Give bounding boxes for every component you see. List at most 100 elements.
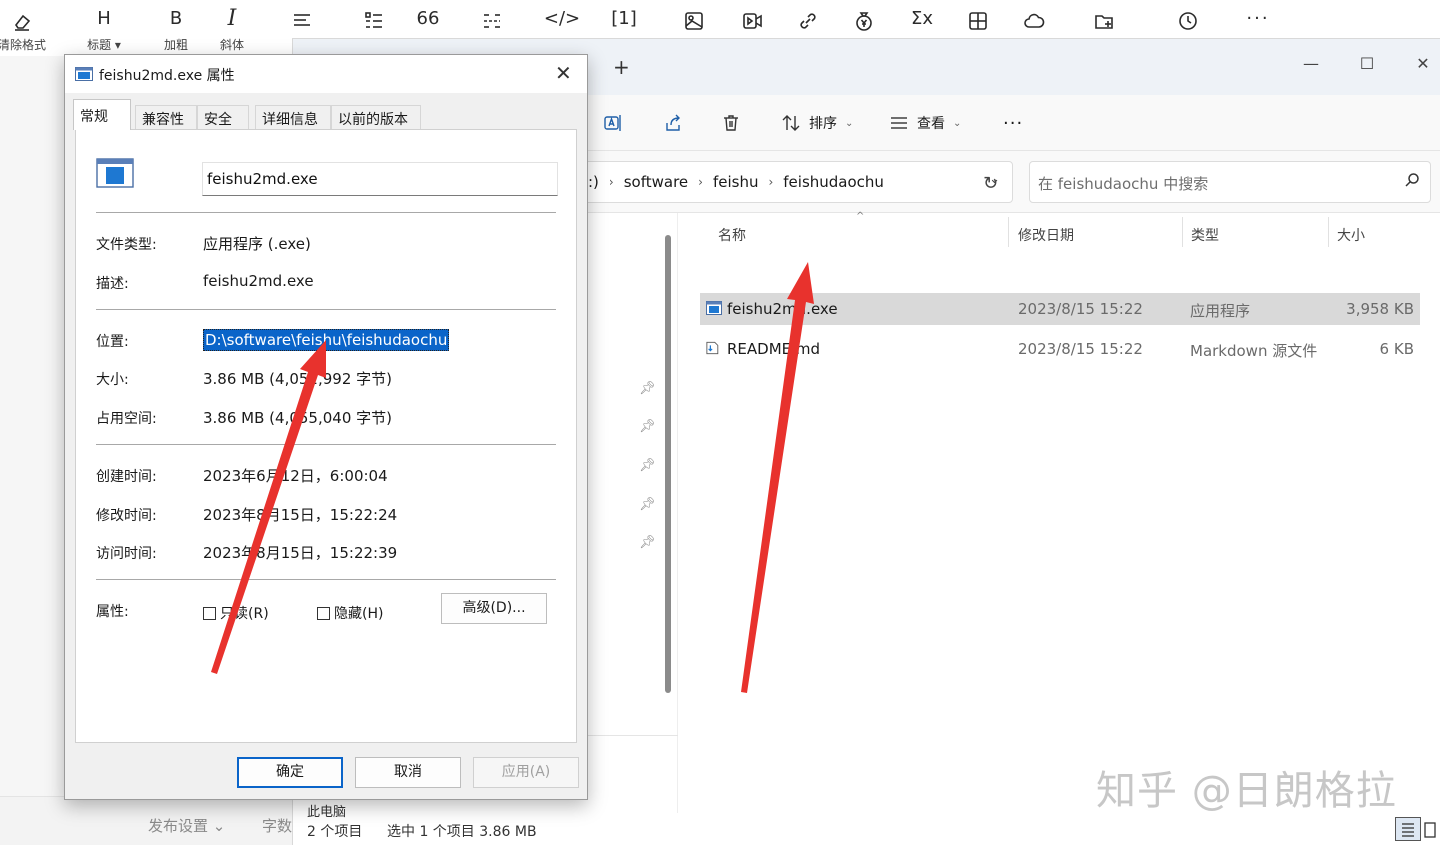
view-icon [891,117,907,129]
description-value: feishu2md.exe [203,272,314,290]
share-button[interactable] [663,109,683,137]
pin-icon[interactable]: 📌︎ [639,419,656,434]
pin-icon[interactable]: 📌︎ [639,381,656,396]
heading-button[interactable]: H 标题 ▾ [74,4,134,54]
size-label: 大小: [96,372,129,388]
delete-button[interactable] [721,109,741,137]
rename-button[interactable] [603,109,623,137]
cancel-button[interactable]: 取消 [355,757,461,788]
clear-format-button[interactable]: 清除格式 [0,4,52,54]
filename-field[interactable] [202,162,558,196]
file-list-header: ^ 名称 修改日期 类型 大小 [698,211,1418,253]
breadcrumb-drive[interactable]: :) [588,173,599,191]
new-tab-button[interactable]: + [613,55,630,79]
exe-icon [706,301,722,315]
quote-icon: 66 [416,8,440,29]
tab-details[interactable]: 详细信息 [255,105,331,129]
search-input[interactable]: 在 feishudaochu 中搜索 [1029,161,1431,203]
properties-titlebar: feishu2md.exe 属性 ✕ [65,55,587,93]
tab-security[interactable]: 安全 [197,105,249,129]
more-options-button[interactable]: ··· [1003,109,1023,137]
details-view-icon [1402,823,1414,837]
sort-button[interactable]: 排序 ⌄ [781,109,853,137]
file-size: 6 KB [1379,340,1414,358]
italic-button[interactable]: I 斜体 [202,4,262,54]
sort-icon [782,115,800,131]
readonly-checkbox[interactable]: 只读(R) [203,603,269,623]
ok-button[interactable]: 确定 [237,757,343,788]
column-divider[interactable] [1328,217,1329,247]
size-value: 3.86 MB (4,052,992 字节) [203,370,392,388]
watermark-text: 知乎 @日朗格拉 [1096,768,1397,814]
eraser-icon [0,4,52,34]
pin-icon[interactable]: 📌︎ [639,497,656,512]
tiles-view-icon [1424,822,1436,838]
sort-label: 排序 [809,116,837,132]
table-icon [948,4,1008,34]
file-size: 3,958 KB [1346,300,1414,318]
column-size[interactable]: 大小 [1337,225,1365,245]
file-type-label: 文件类型: [96,237,157,253]
pin-icon[interactable]: 📌︎ [639,458,656,473]
divider [96,444,556,445]
column-modified[interactable]: 修改日期 [1018,225,1074,245]
code-icon: </> [543,8,581,29]
close-icon[interactable]: ✕ [555,61,572,85]
breadcrumb-feishu[interactable]: feishu [713,173,759,191]
heading-icon: H [97,8,111,29]
money-bag-icon [834,4,894,34]
list-icon [344,4,404,34]
breadcrumb-chevron-icon: › [608,175,614,189]
navigation-scrollbar[interactable] [665,235,671,693]
maximize-button[interactable]: ☐ [1347,49,1387,79]
column-divider[interactable] [1182,217,1183,247]
item-count: 2 个项目 [307,824,363,840]
file-row-readme-md[interactable]: README.md 2023/8/15 15:22 Markdown 源文件 6… [700,333,1420,365]
tab-previous-versions[interactable]: 以前的版本 [331,105,421,129]
file-row-feishu2md-exe[interactable]: feishu2md.exe 2023/8/15 15:22 应用程序 3,958… [700,293,1420,325]
sort-ascending-icon: ^ [856,211,865,222]
view-label: 查看 [917,116,945,132]
tiles-view-button[interactable] [1423,821,1437,839]
heading-label: 标题 ▾ [87,38,121,52]
accessed-value: 2023年8月15日，15:22:39 [203,544,398,562]
breadcrumb-software[interactable]: software [624,173,688,191]
tab-compatibility[interactable]: 兼容性 [135,105,197,129]
publish-settings-link[interactable]: 发布设置 ⌄ [148,815,225,836]
attributes-label: 属性: [96,604,129,620]
explorer-statusbar: 此电脑 2 个项目 选中 1 个项目 3.86 MB [293,805,1440,845]
history-icon [1158,4,1218,34]
view-button[interactable]: 查看 ⌄ [889,109,961,137]
clear-format-label: 清除格式 [0,38,46,52]
details-view-button[interactable] [1395,817,1421,841]
close-button[interactable]: ✕ [1403,49,1440,79]
more-icon: ··· [1246,8,1270,29]
advanced-button[interactable]: 高级(D)... [441,593,547,624]
file-type: Markdown 源文件 [1190,342,1318,360]
column-type[interactable]: 类型 [1191,225,1219,245]
modified-label: 修改时间: [96,508,157,524]
search-placeholder: 在 feishudaochu 中搜索 [1038,175,1209,193]
file-name: README.md [727,340,821,358]
created-value: 2023年6月12日，6:00:04 [203,467,388,485]
column-name[interactable]: 名称 [718,225,746,245]
minimize-button[interactable]: — [1291,49,1331,79]
file-name: feishu2md.exe [727,300,838,318]
nav-item-this-pc[interactable]: 此电脑 [307,801,346,820]
footnote-icon: [1] [611,8,637,29]
breadcrumb-feishudaochu[interactable]: feishudaochu [783,173,884,191]
column-divider[interactable] [1008,217,1009,247]
location-value[interactable]: D:\software\feishu\feishudaochu [203,329,450,351]
refresh-icon[interactable]: ↻ [983,173,998,194]
checkbox-box[interactable] [203,606,216,620]
divider-icon [462,4,522,34]
divider [96,579,556,580]
apply-button[interactable]: 应用(A) [473,757,579,788]
checkbox-box[interactable] [317,606,330,620]
address-bar[interactable]: :) › software › feishu › feishudaochu ⌄ [583,161,1013,203]
description-label: 描述: [96,276,129,292]
bold-button[interactable]: B 加粗 [146,4,206,54]
hidden-checkbox[interactable]: 隐藏(H) [317,603,383,623]
pin-icon[interactable]: 📌︎ [639,535,656,550]
tab-general[interactable]: 常规 [73,99,131,130]
